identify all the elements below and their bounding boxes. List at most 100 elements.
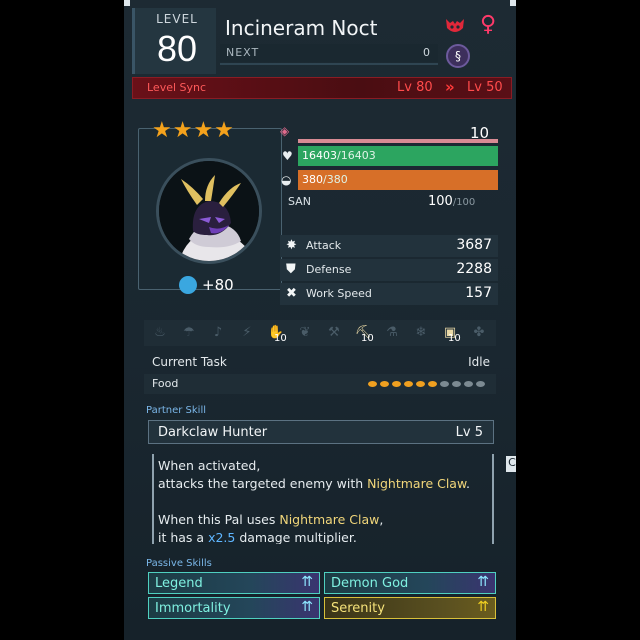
gathering-icon: ❦ [299,325,311,340]
attack-row: ✸ Attack 3687 [280,235,498,257]
level-sync-bar: Level Sync Lv 80 » Lv 50 [132,77,512,99]
food-current: 380 [302,173,323,186]
pal-name: Incineram Noct [225,16,378,40]
description-text: attacks the targeted enemy with [158,476,368,491]
description-text: When this Pal uses [158,512,280,527]
food-pip-filled [428,381,437,387]
condenser-icon[interactable]: § [446,44,470,68]
chevron-right-icon: » [445,78,455,96]
attack-icon: ✸ [286,238,297,253]
defense-label: Defense [306,263,352,276]
multiplier-highlight: x2.5 [208,530,236,544]
attack-value: 3687 [456,237,492,253]
partner-skill-description: When activated, attacks the targeted ene… [152,454,494,544]
work-level: 10 [274,333,287,344]
description-text: . [466,476,471,491]
farming-icon: ✤ [473,325,485,340]
current-task-value: Idle [468,355,490,369]
passive-skill-label: Serenity [331,601,385,616]
food-pip-filled [368,381,377,387]
defense-value: 2288 [456,261,492,277]
cooling-icon: ❄ [415,325,427,340]
san-max: /100 [452,197,476,208]
work-speed-value: 157 [465,285,492,301]
passive-skill-immortality[interactable]: Immortality ⇈ [148,597,320,619]
partner-skill-name: Darkclaw Hunter [158,425,268,440]
description-text: it has a [158,530,209,544]
food-pip-filled [380,381,389,387]
work-speed-row: ✖ Work Speed 157 [280,283,498,305]
food-label: Food [152,377,179,390]
heart-icon: ♥ [282,149,293,163]
description-text: damage multiplier. [235,530,357,544]
work-speed-label: Work Speed [306,287,372,300]
work-suitability-strip: ♨ ☂ ♪ ⚡ ✋ 10 ❦ ⚒ ⛏ 10 ⚗ ❄ ▣ 10 ✤ [144,320,496,346]
pal-portrait [156,158,262,264]
san-label: SAN [288,195,311,208]
food-pip-empty [464,381,473,387]
san-current: 100 [428,194,453,209]
skill-highlight: Nightmare Claw [279,512,380,527]
hp-max: /16403 [337,149,376,162]
generating-icon: ⚡ [242,325,252,340]
trust-bar [298,139,498,143]
level-box: LEVEL 80 [132,8,216,74]
rank-up-icon: ⇈ [477,599,489,615]
defense-row: ⛊ Defense 2288 [280,259,498,281]
partner-skill-level: Lv 5 [455,425,483,440]
description-line: attacks the targeted enemy with Nightmar… [158,476,470,491]
work-level: 10 [361,333,374,344]
passive-skills-section-label: Passive Skills [146,558,212,569]
rank-stars: ★★★★ [152,118,235,143]
rank-up-icon: ⇈ [301,574,313,590]
current-task-row: Current Task Idle [144,352,496,372]
rank-up-icon: ⇈ [477,574,489,590]
hp-bar: 16403/16403 [298,146,498,166]
passive-skill-demon-god[interactable]: Demon God ⇈ [324,572,496,594]
gender-female-icon: ♀ [480,12,497,37]
food-icon: ◒ [281,173,292,187]
food-pip-filled [416,381,425,387]
passive-skill-label: Legend [155,576,203,591]
trust-icon: ◈ [280,124,290,138]
shield-icon: ⛊ [286,262,296,277]
description-line: When activated, [158,458,261,473]
next-exp-row: NEXT 0 [220,44,438,62]
food-pip-empty [452,381,461,387]
partner-skill-section-label: Partner Skill [146,405,206,416]
kindling-icon: ♨ [154,325,166,340]
partner-skill-box[interactable]: Darkclaw Hunter Lv 5 [148,420,494,444]
lumbering-icon: ⚒ [328,325,340,340]
passive-skill-serenity[interactable]: Serenity ⇈ [324,597,496,619]
food-max: /380 [323,173,348,186]
frame-corner [124,0,130,6]
skill-highlight: Nightmare Claw [367,476,467,491]
pal-status-panel: LEVEL 80 Incineram Noct ♀ NEXT 0 § Level… [124,0,516,640]
food-pip-empty [476,381,485,387]
exp-bar [220,63,438,65]
san-row: SAN 100/100 [280,193,498,213]
level-sync-to: Lv 50 [467,80,503,95]
passive-skill-label: Immortality [155,601,231,616]
watering-icon: ☂ [183,325,195,340]
soul-rank-bonus: +80 [202,276,234,294]
work-level: 10 [448,333,461,344]
rank-up-icon: ⇈ [301,599,313,615]
hp-current: 16403 [302,149,337,162]
food-pip-empty [440,381,449,387]
next-value: 0 [423,46,430,59]
next-label: NEXT [226,46,260,59]
side-key-hint[interactable]: C [506,456,516,472]
current-task-label: Current Task [152,355,227,369]
level-label: LEVEL [156,12,198,26]
level-sync-from: Lv 80 [397,80,433,95]
soul-rank-icon [179,276,197,294]
element-dark-icon [444,16,466,36]
passive-skill-legend[interactable]: Legend ⇈ [148,572,320,594]
attack-label: Attack [306,239,342,252]
level-value: 80 [156,28,198,69]
food-row: Food [144,374,496,394]
work-speed-icon: ✖ [286,286,297,301]
passive-skill-label: Demon God [331,576,409,591]
food-bar: 380/380 [298,170,498,190]
